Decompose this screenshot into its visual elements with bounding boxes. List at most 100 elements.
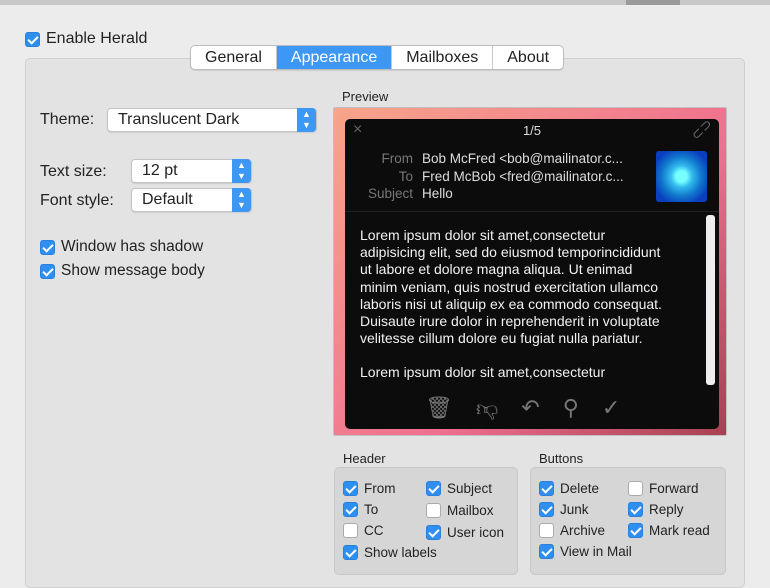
checkbox-label: Junk [560,502,589,517]
chevron-updown-icon: ▲ ▼ [232,188,251,212]
checkbox-box[interactable] [40,239,55,255]
checkbox-label: Subject [447,481,493,496]
message-counter: 1/5 [522,123,542,138]
divider [345,211,719,212]
button-view-in-mail-checkbox[interactable]: View in Mail [539,544,632,559]
checkbox-box[interactable] [628,502,643,517]
checkbox-box[interactable] [539,544,554,559]
body-line: adipisicing elit, sed do eiusmod tempori… [360,244,661,261]
button-forward-checkbox[interactable]: Forward [628,481,699,496]
checkbox-label: Reply [649,502,684,517]
chevron-updown-icon: ▲ ▼ [297,108,316,132]
checkbox-box[interactable] [426,481,441,496]
body-line: Lorem ipsum dolor sit amet,consectetur [360,364,606,381]
buttons-group-label: Buttons [539,451,584,466]
font-style-value: Default [142,191,193,208]
header-subject-checkbox[interactable]: Subject [426,481,492,496]
checkbox-box[interactable] [343,481,358,496]
checkbox-label: CC [364,523,384,538]
header-show-labels-checkbox[interactable]: Show labels [343,545,437,560]
button-mark-read-checkbox[interactable]: Mark read [628,523,710,538]
toolbar-selected-item[interactable] [626,0,680,5]
checkbox-box[interactable] [539,481,554,496]
subject-label: Subject [367,186,413,201]
text-size-select[interactable]: 12 pt ▲ ▼ [131,159,252,183]
button-reply-checkbox[interactable]: Reply [628,502,684,517]
to-label: To [398,169,413,184]
checkbox-label: Mailbox [447,503,494,518]
checkbox-label: To [364,502,379,517]
body-line: Duisaute irure dolor in reprehenderit in… [360,313,660,330]
checkbox-label: From [364,481,396,496]
tab-general[interactable]: General [191,46,277,69]
user-avatar [656,151,707,202]
font-style-label: Font style: [40,192,114,209]
checkbox-box[interactable] [25,31,40,47]
checkbox-box[interactable] [343,545,358,560]
checkbox-label: Show message body [61,262,205,279]
trash-icon[interactable]: 🗑︎ [425,395,453,422]
header-cc-checkbox[interactable]: CC [343,523,384,538]
body-line: minim veniam, quis nostrud exercitation … [360,278,659,295]
from-value: Bob McFred <bob@mailinator.c... [422,151,623,166]
show-body-checkbox[interactable]: Show message body [40,262,205,280]
header-user-icon-checkbox[interactable]: User icon [426,525,504,540]
checkbox-label: Archive [560,523,606,538]
attachment-icon: ⊂⊃ [686,115,715,144]
scrollbar[interactable] [706,215,715,385]
notification-card: × 1/5 ⊂⊃ From Bob McFred <bob@mailinator… [345,115,719,429]
theme-label: Theme: [40,111,95,128]
tab-appearance[interactable]: Appearance [276,46,393,69]
text-size-value: 12 pt [142,162,178,179]
checkbox-box[interactable] [40,263,55,279]
header-group: From Subject To Mailbox CC User icon Sho… [334,467,518,575]
message-body: Lorem ipsum dolor sit amet,consectetur a… [360,227,700,382]
tab-mailboxes[interactable]: Mailboxes [392,46,494,69]
preview-label: Preview [342,89,389,104]
checkbox-box[interactable] [343,502,358,517]
window-shadow-checkbox[interactable]: Window has shadow [40,238,203,256]
font-style-select[interactable]: Default ▲ ▼ [131,188,252,212]
to-value: Fred McBob <fred@mailinator.c... [422,169,624,184]
checkbox-label: Delete [560,481,600,496]
header-mailbox-checkbox[interactable]: Mailbox [426,503,494,518]
body-line: ut labore et dolore magna aliqua. Ut eni… [360,261,633,278]
search-icon[interactable]: ⚲ [563,395,579,422]
tab-bar: General Appearance Mailboxes About [190,45,565,70]
preview-area: × 1/5 ⊂⊃ From Bob McFred <bob@mailinator… [333,107,727,436]
checkmark-icon[interactable]: ✓ [602,395,620,422]
theme-select[interactable]: Translucent Dark ▲ ▼ [107,108,317,132]
chevron-updown-icon: ▲ ▼ [232,159,251,183]
thumbs-down-icon[interactable]: 👎︎ [476,395,498,422]
checkbox-box[interactable] [539,523,554,538]
from-label: From [381,151,414,166]
checkbox-label: View in Mail [560,544,632,559]
text-size-label: Text size: [40,163,107,180]
body-line: Lorem ipsum dolor sit amet,consectetur [360,227,606,243]
body-line: velitesse cillum dolore eu fugiat nulla … [360,330,643,347]
header-to-checkbox[interactable]: To [343,502,378,517]
checkbox-box[interactable] [426,503,441,518]
buttons-group: Delete Forward Junk Reply Archive Mark r… [530,467,726,575]
body-line: laboris nisi ut aliquip ex ea commodo co… [360,295,662,312]
header-group-label: Header [343,451,386,466]
checkbox-label: Window has shadow [61,238,204,255]
checkbox-box[interactable] [343,523,358,538]
checkbox-box[interactable] [426,525,441,540]
button-archive-checkbox[interactable]: Archive [539,523,605,538]
theme-value: Translucent Dark [118,111,240,128]
tab-about[interactable]: About [493,46,563,69]
reply-icon[interactable]: ↶ [521,395,539,422]
checkbox-box[interactable] [628,481,643,496]
action-icons: 🗑︎ 👎︎ ↶ ⚲ ✓ [425,395,620,422]
header-from-checkbox[interactable]: From [343,481,396,496]
button-junk-checkbox[interactable]: Junk [539,502,589,517]
checkbox-label: User icon [447,525,505,540]
toolbar-strip [0,0,770,5]
enable-herald-label: Enable Herald [46,30,148,47]
checkbox-label: Forward [649,481,699,496]
checkbox-box[interactable] [539,502,554,517]
checkbox-box[interactable] [628,523,643,538]
enable-herald-checkbox[interactable]: Enable Herald [25,30,147,48]
button-delete-checkbox[interactable]: Delete [539,481,599,496]
